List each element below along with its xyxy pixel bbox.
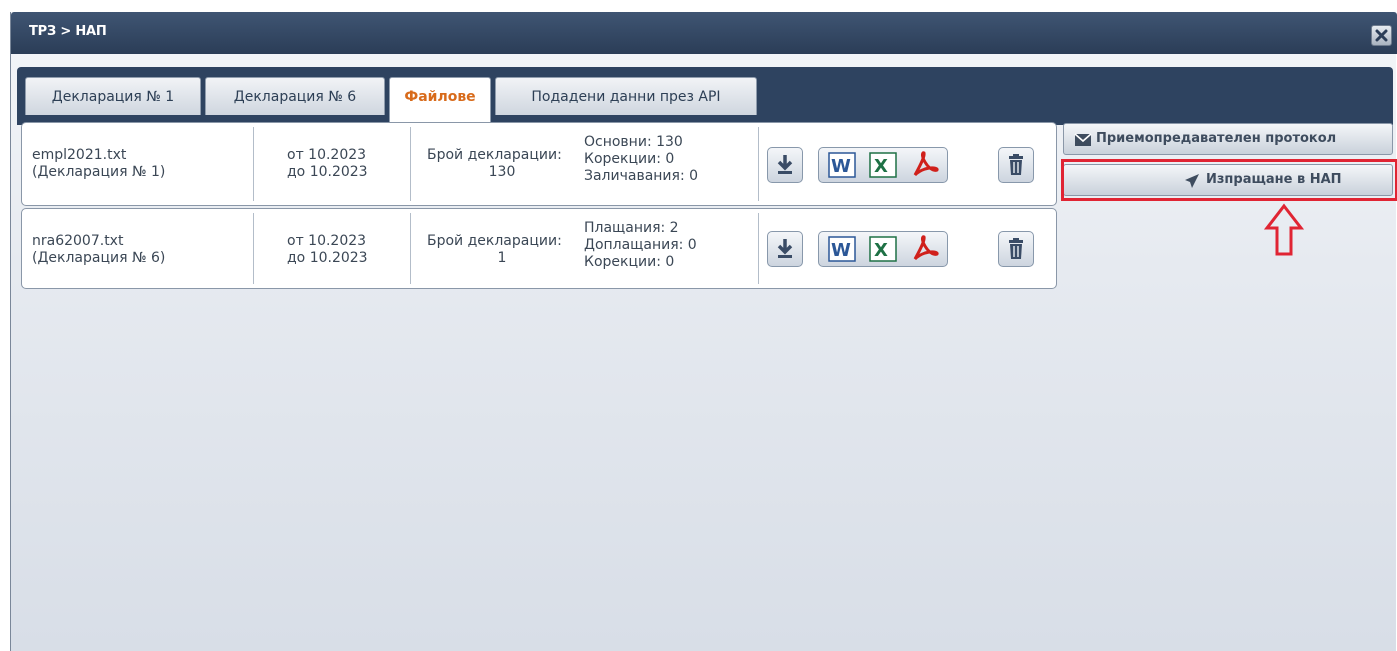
divider — [410, 213, 411, 284]
dialog-window: ТРЗ > НАП Декларация № 1 Декларация № 6 … — [10, 12, 1397, 651]
tab-bar: Декларация № 1 Декларация № 6 Файлове По… — [17, 67, 1393, 125]
pdf-icon[interactable] — [905, 148, 945, 182]
pdf-icon[interactable] — [905, 232, 945, 266]
trash-icon — [1009, 154, 1023, 175]
svg-text:X: X — [874, 156, 888, 177]
divider — [253, 213, 254, 284]
close-icon — [1375, 29, 1388, 42]
tab-files[interactable]: Файлове — [389, 77, 491, 125]
word-icon[interactable]: W — [823, 232, 863, 266]
divider — [758, 213, 759, 284]
detail-line: Основни: 130 — [584, 134, 683, 150]
file-name: nra62007.txt — [32, 233, 124, 249]
detail-line: Заличавания: 0 — [584, 168, 699, 184]
title-bar: ТРЗ > НАП — [11, 12, 1397, 54]
tab-declaration-1[interactable]: Декларация № 1 — [25, 77, 201, 115]
file-declaration: (Декларация № 6) — [32, 250, 166, 266]
detail-line: Корекции: 0 — [584, 151, 675, 167]
close-button[interactable] — [1371, 25, 1392, 46]
trash-icon — [1009, 238, 1023, 259]
download-button[interactable] — [767, 147, 803, 183]
download-icon — [777, 239, 793, 258]
file-name: empl2021.txt — [32, 147, 127, 163]
period-to: до 10.2023 — [287, 164, 368, 180]
excel-icon[interactable]: X — [864, 148, 904, 182]
divider — [758, 127, 759, 201]
protocol-button[interactable]: Приемопредавателен протокол — [1063, 123, 1393, 155]
declaration-count-value: 1 — [497, 250, 507, 266]
tab-declaration-6[interactable]: Декларация № 6 — [205, 77, 385, 115]
download-icon — [777, 155, 793, 174]
file-row: empl2021.txt (Декларация № 1) от 10.2023… — [21, 122, 1057, 206]
declaration-count-label: Брой декларации: — [427, 233, 562, 249]
protocol-button-label: Приемопредавателен протокол — [1096, 131, 1337, 146]
declaration-count-value: 130 — [488, 164, 516, 180]
divider — [253, 127, 254, 201]
file-row: nra62007.txt (Декларация № 6) от 10.2023… — [21, 208, 1057, 289]
divider — [410, 127, 411, 201]
file-declaration: (Декларация № 1) — [32, 164, 166, 180]
detail-line: Доплащания: 0 — [584, 237, 697, 253]
excel-icon[interactable]: X — [864, 232, 904, 266]
period-from: от 10.2023 — [287, 233, 367, 249]
period-from: от 10.2023 — [287, 147, 367, 163]
up-arrow-icon — [1264, 203, 1304, 256]
detail-line: Плащания: 2 — [584, 220, 679, 236]
download-button[interactable] — [767, 231, 803, 267]
word-icon[interactable]: W — [823, 148, 863, 182]
highlight-box — [1061, 159, 1397, 201]
delete-button[interactable] — [998, 147, 1034, 183]
envelope-icon — [1074, 133, 1092, 146]
svg-text:W: W — [831, 240, 851, 261]
delete-button[interactable] — [998, 231, 1034, 267]
detail-line: Корекции: 0 — [584, 254, 675, 270]
declaration-count-label: Брой декларации: — [427, 147, 562, 163]
svg-text:W: W — [831, 156, 851, 177]
export-buttons-group: W X — [818, 147, 948, 183]
export-buttons-group: W X — [818, 231, 948, 267]
period-to: до 10.2023 — [287, 250, 368, 266]
svg-text:X: X — [874, 240, 888, 261]
tab-api-data[interactable]: Подадени данни през API — [495, 77, 757, 115]
window-title: ТРЗ > НАП — [29, 24, 107, 39]
